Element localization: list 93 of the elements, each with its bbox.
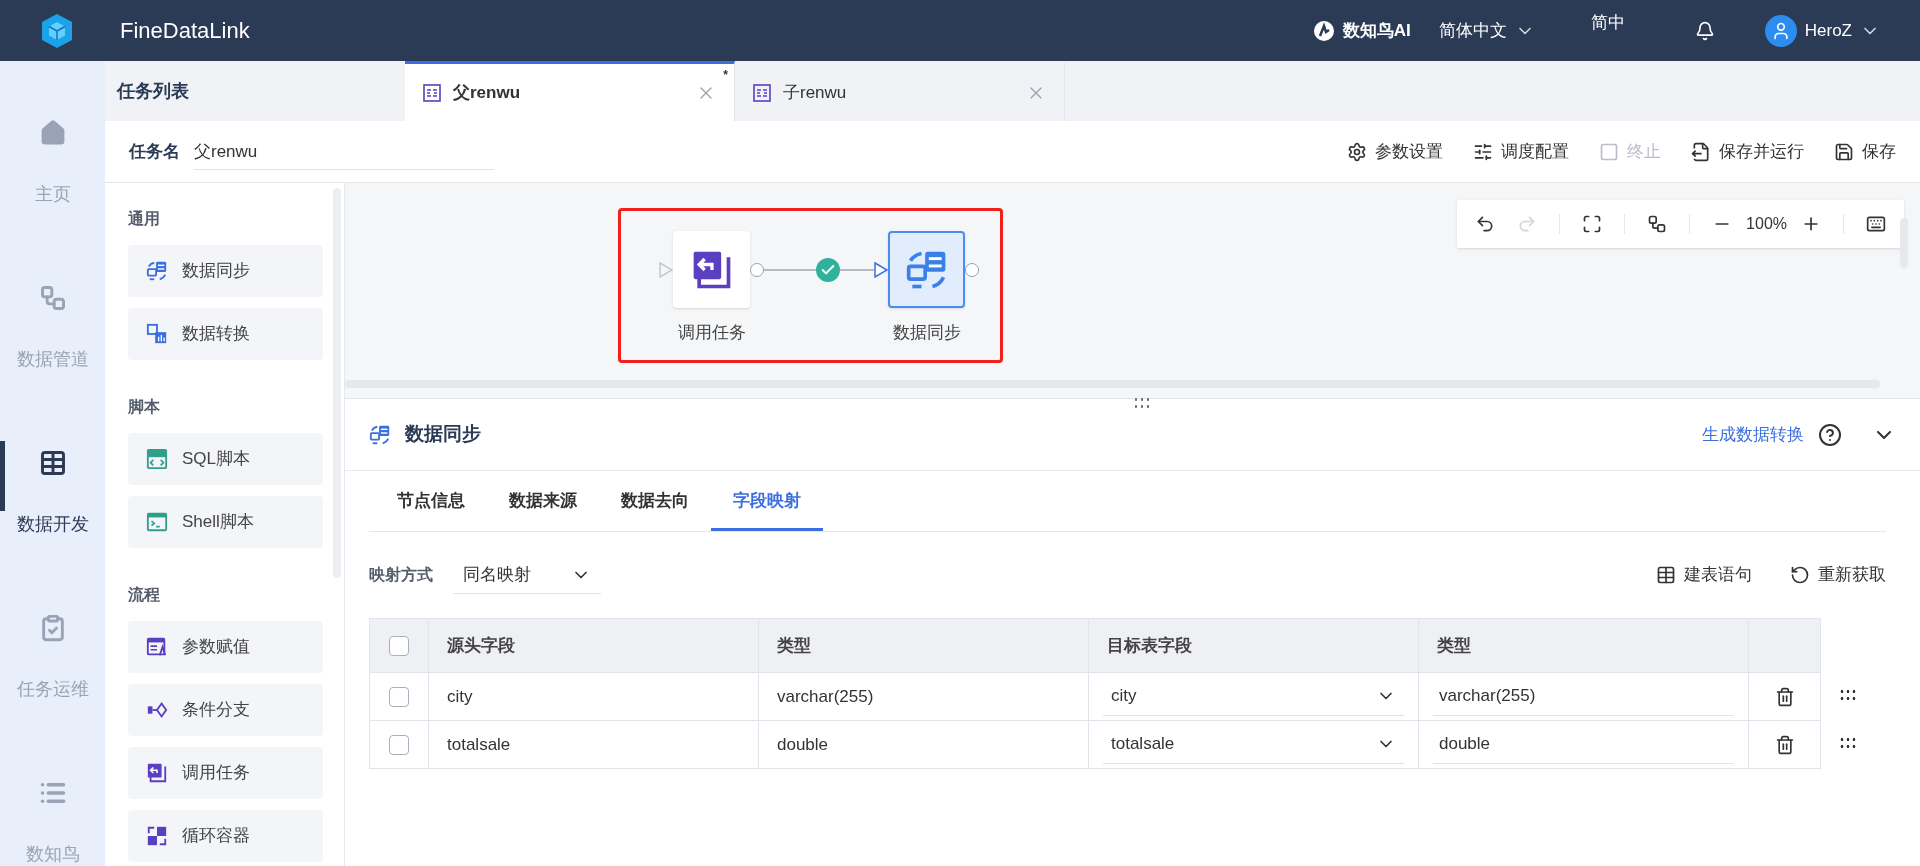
detail-tab[interactable]: 数据来源 [487, 473, 599, 531]
connector-line [764, 269, 816, 271]
select-all-checkbox[interactable] [389, 635, 409, 656]
target-type-field[interactable]: double [1433, 725, 1734, 764]
palette-item[interactable]: 循环容器 [128, 810, 323, 862]
target-field-dropdown[interactable]: city [1103, 677, 1404, 716]
input-port-icon [659, 261, 673, 278]
gear-icon [1347, 141, 1367, 162]
generate-link[interactable]: 生成数据转换 [1702, 421, 1804, 448]
flow-node[interactable] [888, 231, 965, 308]
zoom-level: 100% [1746, 214, 1787, 234]
input-mode-label[interactable]: 简中 [1590, 9, 1625, 36]
table-cell: city [429, 673, 759, 720]
palette-item[interactable]: SQL脚本 [128, 433, 323, 485]
task-file-icon [753, 83, 771, 102]
detail-tab[interactable]: 数据去向 [599, 473, 711, 531]
assign-icon [146, 636, 168, 658]
mapping-dropdown[interactable]: 同名映射 [453, 556, 601, 594]
scrollbar[interactable] [345, 380, 1880, 388]
task-name-field[interactable]: 父renwu [194, 133, 494, 170]
delete-icon[interactable] [1774, 686, 1795, 707]
mapping-action[interactable]: 建表语句 [1656, 562, 1752, 588]
row-checkbox[interactable] [389, 686, 409, 707]
branch-icon [146, 699, 168, 721]
stop-icon [1599, 141, 1619, 162]
table-cell: totalsale [429, 721, 759, 768]
user-menu[interactable]: HeroZ [1764, 14, 1880, 47]
editor-tab[interactable]: 父renwu * [405, 61, 735, 121]
output-port-icon [750, 262, 764, 277]
sync-icon [369, 423, 391, 446]
column-header: 类型 [1419, 619, 1749, 672]
sliders-icon [1473, 141, 1493, 162]
toolbar-button[interactable]: 保存并运行 [1691, 138, 1804, 165]
detail-tab[interactable]: 字段映射 [711, 473, 823, 531]
scrollbar[interactable] [1900, 218, 1908, 268]
nav-item[interactable]: 数据开发 [0, 391, 105, 556]
call-task-icon [146, 762, 168, 784]
sync-icon [146, 260, 168, 282]
target-type-field[interactable]: varchar(255) [1433, 677, 1734, 716]
ai-button[interactable]: 数知鸟AI [1312, 17, 1411, 44]
palette-item[interactable]: 数据转换 [128, 308, 323, 360]
target-field-dropdown[interactable]: totalsale [1103, 725, 1404, 764]
fit-view-icon[interactable] [1582, 214, 1603, 234]
palette-item[interactable]: 条件分支 [128, 684, 323, 736]
column-header: 类型 [759, 619, 1089, 672]
detail-title: 数据同步 [405, 422, 481, 447]
sql-script-icon [146, 448, 168, 470]
save-icon [1834, 141, 1854, 162]
export-icon [1691, 141, 1711, 162]
connector-line [840, 269, 874, 271]
layout-icon[interactable] [1647, 214, 1668, 234]
loop-container-icon [146, 825, 168, 847]
node-label: 调用任务 [677, 322, 746, 344]
palette-section-title: 通用 [128, 209, 161, 229]
palette-item[interactable]: 调用任务 [128, 747, 323, 799]
ai-logo-icon [1312, 19, 1335, 42]
toolbar-button[interactable]: 调度配置 [1473, 138, 1569, 165]
detail-tab[interactable]: 节点信息 [375, 473, 487, 531]
palette-item[interactable]: Shell脚本 [128, 496, 323, 548]
avatar-icon [1764, 14, 1797, 47]
flow-node[interactable] [673, 231, 750, 308]
palette-item[interactable]: 参数赋值 [128, 621, 323, 673]
palette-section-title: 流程 [128, 585, 161, 605]
row-checkbox[interactable] [389, 734, 409, 755]
unsaved-marker: * [723, 67, 728, 84]
output-port-icon [965, 262, 979, 277]
cube-logo-icon [40, 12, 74, 49]
app-name: FineDataLink [120, 17, 250, 45]
node-label: 数据同步 [892, 322, 961, 344]
transform-icon [146, 323, 168, 345]
toolbar-button[interactable]: 保存 [1834, 138, 1896, 165]
mapping-action[interactable]: 重新获取 [1790, 562, 1886, 588]
help-icon[interactable] [1818, 422, 1842, 447]
table-cell: varchar(255) [759, 673, 1089, 720]
terminal-icon [146, 511, 168, 533]
task-file-icon [423, 83, 441, 102]
table-icon [1656, 565, 1676, 585]
palette-section-title: 脚本 [128, 397, 161, 417]
column-header: 目标表字段 [1089, 619, 1419, 672]
refresh-icon [1790, 565, 1810, 585]
bell-icon[interactable] [1694, 20, 1715, 41]
palette-item[interactable]: 数据同步 [128, 245, 323, 297]
panel-title: 任务列表 [115, 79, 190, 103]
keyboard-icon[interactable] [1866, 214, 1886, 234]
delete-icon[interactable] [1774, 734, 1795, 755]
language-dropdown[interactable]: 简体中文 [1438, 17, 1535, 44]
column-header: 源头字段 [429, 619, 759, 672]
toolbar-button[interactable]: 参数设置 [1347, 138, 1443, 165]
active-indicator [0, 441, 5, 511]
table-cell: double [759, 721, 1089, 768]
success-check-icon [816, 258, 840, 282]
mapping-label: 映射方式 [369, 565, 433, 585]
task-name-label: 任务名 [129, 140, 180, 163]
